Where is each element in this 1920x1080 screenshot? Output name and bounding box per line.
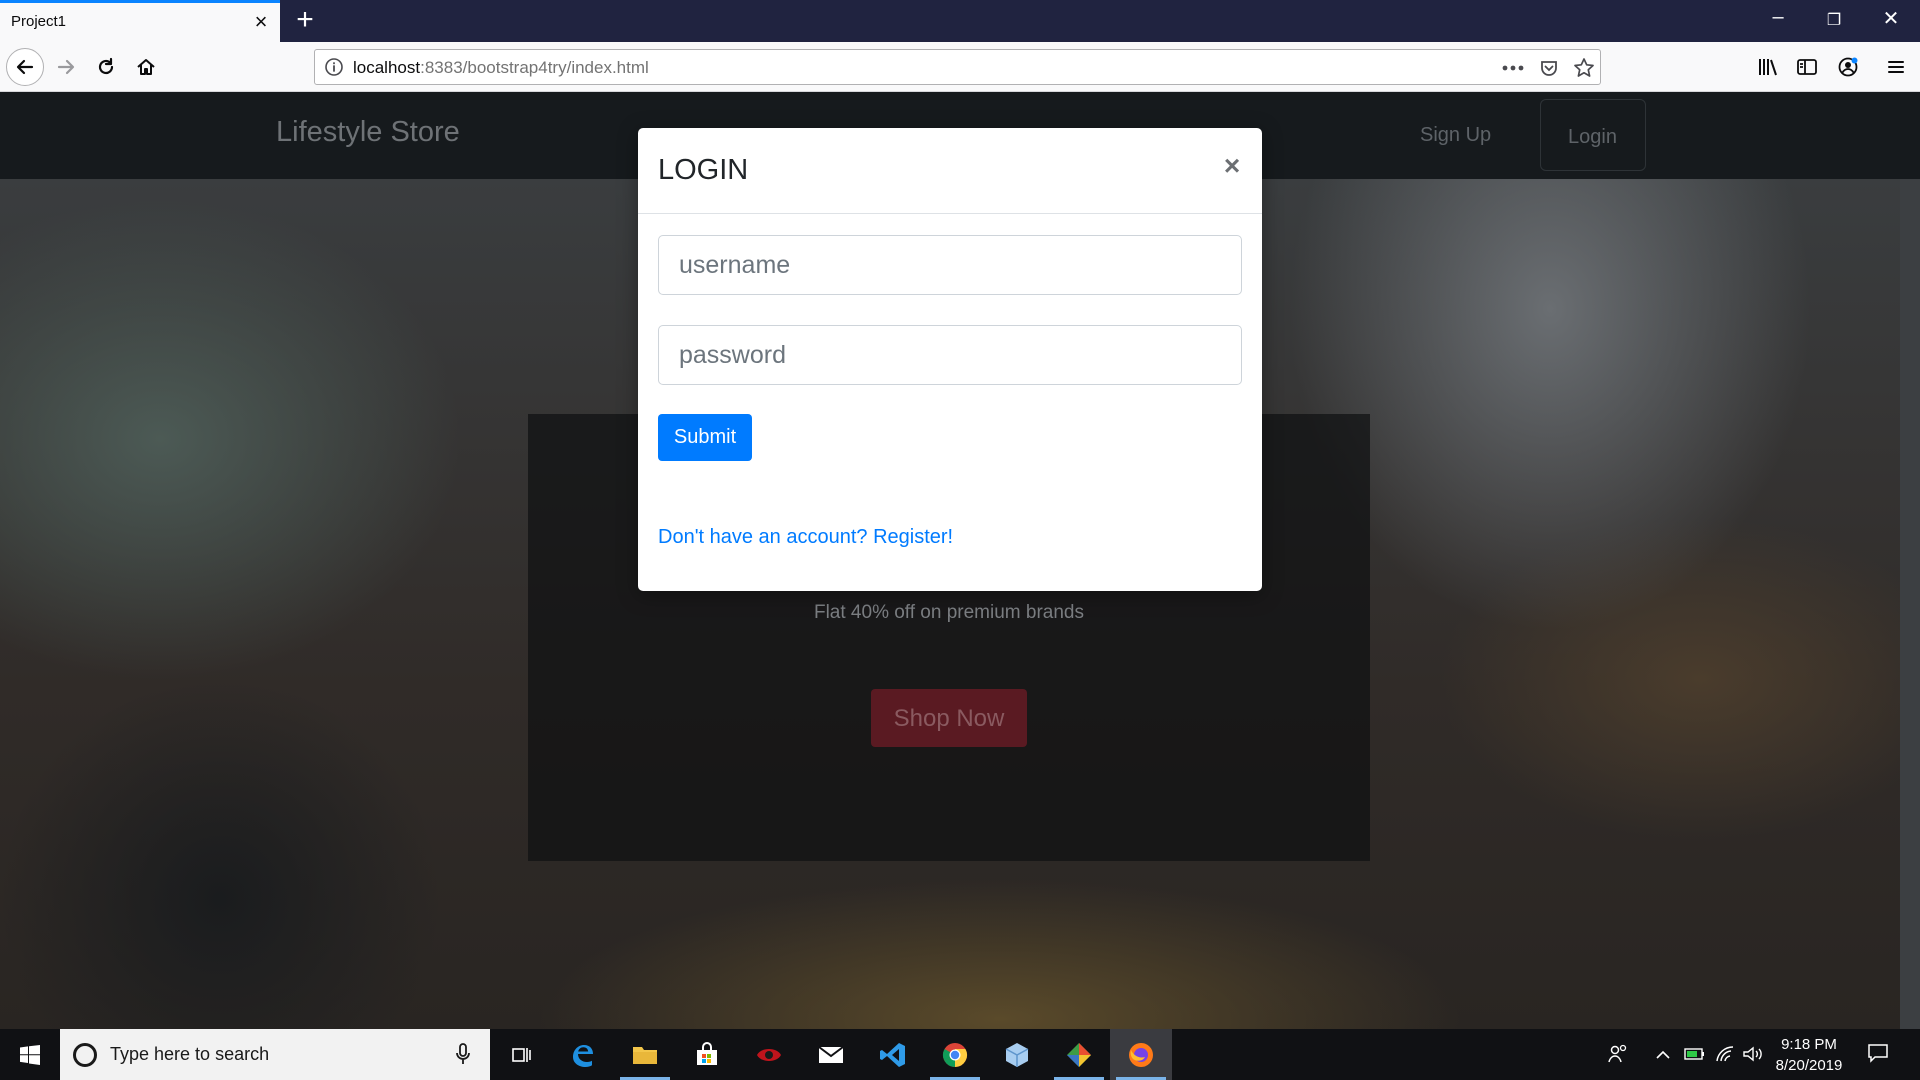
account-icon[interactable] — [1834, 54, 1862, 80]
url-path: :8383/bootstrap4try/index.html — [420, 58, 649, 77]
back-arrow-icon — [16, 59, 34, 75]
edge-app[interactable] — [552, 1029, 614, 1080]
register-link[interactable]: Don't have an account? Register! — [658, 526, 953, 549]
home-button[interactable] — [127, 48, 165, 86]
git-app[interactable] — [1048, 1029, 1110, 1080]
windows-taskbar: Type here to search 9:18 PM 8/20/2019 — [0, 1029, 1920, 1080]
reload-icon — [98, 57, 114, 75]
shop-now-label: Shop Now — [893, 705, 1005, 732]
hero-subtitle: Flat 40% off on premium brands — [813, 602, 1084, 623]
chrome-icon — [942, 1042, 968, 1067]
vscode-app[interactable] — [862, 1029, 924, 1080]
chrome-app[interactable] — [924, 1029, 986, 1080]
browser-tab[interactable]: Project1 × — [0, 0, 280, 42]
sidebar-icon[interactable] — [1793, 54, 1821, 80]
mail-app[interactable] — [800, 1029, 862, 1080]
password-input[interactable] — [659, 326, 1241, 384]
home-icon — [137, 59, 155, 75]
login-link[interactable]: Login — [1540, 99, 1646, 171]
notification-icon[interactable] — [1866, 1041, 1890, 1070]
menu-icon[interactable] — [1882, 54, 1910, 80]
shop-now-button[interactable]: Shop Now — [871, 689, 1027, 747]
browser-tab-strip: Project1 × + – ❐ ✕ — [0, 0, 1920, 42]
reload-button[interactable] — [87, 48, 125, 86]
tab-title: Project1 — [11, 13, 67, 30]
edge-icon — [573, 1044, 593, 1067]
task-view-icon — [512, 1047, 531, 1062]
forward-arrow-icon — [57, 59, 75, 75]
taskbar-search[interactable]: Type here to search — [60, 1029, 490, 1080]
chevron-up-icon[interactable] — [1652, 1043, 1674, 1065]
task-view-button[interactable] — [490, 1029, 552, 1080]
vscode-icon — [880, 1042, 905, 1067]
mail-icon — [818, 1045, 844, 1063]
pocket-icon[interactable] — [1537, 57, 1561, 79]
bookmark-star-icon[interactable] — [1572, 57, 1596, 79]
search-placeholder: Type here to search — [110, 1044, 270, 1064]
wifi-icon[interactable] — [1714, 1043, 1736, 1065]
firefox-icon — [1129, 1042, 1153, 1067]
system-clock[interactable]: 9:18 PM 8/20/2019 — [1764, 1034, 1854, 1076]
game-icon — [757, 1048, 781, 1061]
signup-link[interactable]: Sign Up — [1420, 124, 1491, 147]
username-field[interactable] — [658, 235, 1242, 295]
page-actions-icon[interactable] — [1501, 57, 1525, 79]
battery-icon[interactable] — [1684, 1043, 1706, 1065]
submit-button[interactable]: Submit — [658, 414, 752, 461]
store-bag-icon — [697, 1041, 717, 1065]
page-scrollbar[interactable] — [1900, 179, 1920, 1029]
window-close-icon[interactable]: ✕ — [1871, 6, 1911, 31]
clock-time: 9:18 PM — [1781, 1036, 1837, 1053]
new-tab-icon[interactable]: + — [290, 3, 320, 37]
clock-date: 8/20/2019 — [1775, 1057, 1843, 1074]
modal-title: LOGIN — [658, 154, 749, 186]
game-app[interactable] — [738, 1029, 800, 1080]
library-icon[interactable] — [1754, 54, 1782, 80]
web-page: Lifestyle Store Sign Up Login Flat 40% o… — [0, 92, 1920, 1029]
start-button[interactable] — [0, 1029, 60, 1080]
username-input[interactable] — [659, 236, 1241, 294]
forward-button[interactable] — [47, 48, 85, 86]
site-info-icon[interactable] — [324, 57, 344, 82]
folder-icon — [633, 1046, 657, 1064]
cortana-icon — [73, 1043, 97, 1067]
url-text[interactable]: localhost:8383/bootstrap4try/index.html — [353, 58, 649, 78]
firefox-app[interactable] — [1110, 1029, 1172, 1080]
back-button[interactable] — [6, 48, 44, 86]
close-icon[interactable]: × — [1216, 150, 1248, 182]
restore-icon[interactable]: ❐ — [1814, 10, 1854, 30]
microphone-icon[interactable] — [455, 1042, 471, 1071]
cube-icon — [1005, 1042, 1029, 1067]
store-app[interactable] — [676, 1029, 738, 1080]
browser-toolbar: localhost:8383/bootstrap4try/index.html — [0, 42, 1920, 92]
people-icon[interactable] — [1607, 1043, 1629, 1065]
modal-header: LOGIN × — [638, 128, 1262, 214]
site-brand[interactable]: Lifestyle Store — [276, 116, 460, 149]
password-field[interactable] — [658, 325, 1242, 385]
box-app[interactable] — [986, 1029, 1048, 1080]
tab-close-icon[interactable]: × — [250, 9, 272, 35]
file-explorer-app[interactable] — [614, 1029, 676, 1080]
login-link-label: Login — [1568, 126, 1617, 148]
volume-icon[interactable] — [1742, 1043, 1764, 1065]
url-host: localhost — [353, 58, 421, 77]
url-bar[interactable]: localhost:8383/bootstrap4try/index.html — [314, 49, 1601, 85]
submit-label: Submit — [673, 426, 737, 448]
windows-logo-icon — [20, 1044, 40, 1065]
login-modal: LOGIN × Submit Don't have an account? Re… — [638, 128, 1262, 591]
git-icon — [1067, 1042, 1091, 1067]
minimize-icon[interactable]: – — [1758, 6, 1798, 29]
